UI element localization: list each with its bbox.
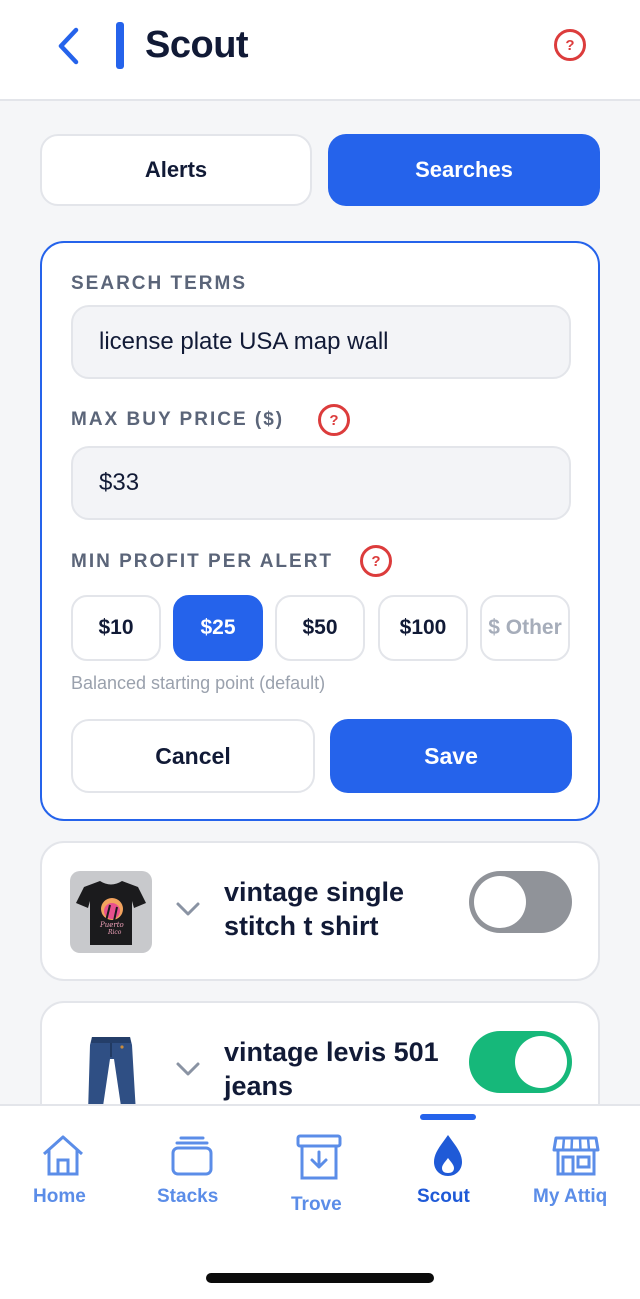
min-profit-help-button[interactable]: ? <box>360 545 392 577</box>
tab-my-attiq[interactable]: My Attiq <box>530 1106 640 1236</box>
profit-option-100[interactable]: $100 <box>378 595 468 661</box>
tab-label: Home <box>33 1186 86 1207</box>
alert-toggle[interactable] <box>469 871 572 933</box>
tab-trove[interactable]: Trove <box>278 1106 360 1236</box>
help-icon: ? <box>318 404 350 436</box>
tab-label: Trove <box>291 1194 342 1215</box>
trove-icon <box>296 1134 342 1180</box>
save-button[interactable]: Save <box>330 719 572 793</box>
home-indicator[interactable] <box>206 1273 434 1283</box>
svg-text:Puerto: Puerto <box>99 921 124 929</box>
tab-searches[interactable]: Searches <box>328 134 600 206</box>
jeans-image <box>70 1031 152 1113</box>
tab-scout[interactable]: Scout <box>406 1106 490 1236</box>
stacks-icon <box>171 1136 213 1176</box>
home-icon <box>42 1135 84 1176</box>
saved-search-title: vintage levis 501 jeans <box>224 1037 439 1101</box>
tab-label: My Attiq <box>533 1186 608 1207</box>
title-accent-bar <box>116 22 124 69</box>
chevron-down-icon[interactable] <box>174 1059 202 1079</box>
page-title: Scout <box>145 24 249 66</box>
top-bar: Scout ? <box>0 0 640 101</box>
svg-text:Rico: Rico <box>107 929 122 936</box>
tab-alerts[interactable]: Alerts <box>40 134 312 206</box>
profit-option-25[interactable]: $25 <box>173 595 263 661</box>
t-shirt-image: Puerto Rico <box>70 871 152 953</box>
max-buy-help-button[interactable]: ? <box>318 404 350 436</box>
max-buy-price-input[interactable]: $33 <box>71 446 571 520</box>
chevron-down-icon[interactable] <box>174 899 202 919</box>
max-buy-price-label: MAX BUY PRICE ($) <box>71 409 285 430</box>
profit-option-50[interactable]: $50 <box>275 595 365 661</box>
flame-icon <box>434 1135 462 1176</box>
help-button[interactable]: ? <box>554 29 586 61</box>
search-terms-input[interactable]: license plate USA map wall <box>71 305 571 379</box>
toggle-knob <box>474 876 526 928</box>
tab-home[interactable]: Home <box>20 1106 106 1236</box>
profit-option-10[interactable]: $10 <box>71 595 161 661</box>
toggle-knob <box>515 1036 567 1088</box>
tab-stacks[interactable]: Stacks <box>148 1106 236 1236</box>
search-terms-label: SEARCH TERMS <box>71 273 248 294</box>
alert-toggle[interactable] <box>469 1031 572 1093</box>
profit-option-other[interactable]: $ Other <box>480 595 570 661</box>
saved-search-item[interactable]: Puerto Rico vintage single stitch t shir… <box>40 841 600 981</box>
cancel-button[interactable]: Cancel <box>71 719 315 793</box>
help-icon: ? <box>360 545 392 577</box>
bottom-tab-bar: Home Stacks Trove Scout My Attiq <box>0 1104 640 1244</box>
help-icon: ? <box>554 29 586 61</box>
back-button[interactable] <box>50 26 86 66</box>
saved-search-title: vintage single stitch t shirt <box>224 877 405 941</box>
chevron-left-icon <box>58 27 79 65</box>
tab-label: Stacks <box>157 1186 219 1207</box>
profit-hint: Balanced starting point (default) <box>71 673 326 693</box>
search-form-card: SEARCH TERMS license plate USA map wall … <box>40 241 600 821</box>
store-icon <box>552 1136 600 1176</box>
home-indicator-area <box>0 1244 640 1299</box>
tab-label: Scout <box>417 1186 470 1207</box>
min-profit-label: MIN PROFIT PER ALERT <box>71 551 334 572</box>
